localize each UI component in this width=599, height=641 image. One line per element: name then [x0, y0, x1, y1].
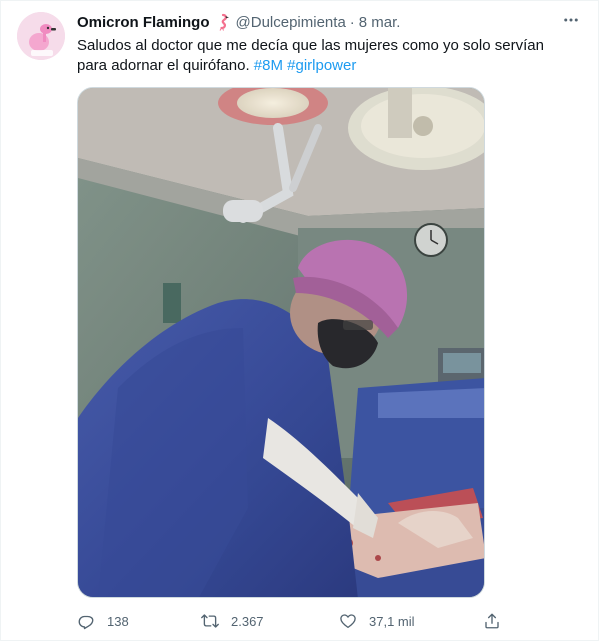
- hashtag-link[interactable]: #girlpower: [287, 57, 356, 74]
- retweet-count: 2.367: [231, 613, 264, 629]
- tweet-header: Omicron Flamingo @Dulcepimienta · 8 mar.: [77, 12, 582, 32]
- tweet-photo[interactable]: [77, 87, 485, 598]
- reply-count: 138: [107, 613, 129, 629]
- retweet-button[interactable]: 2.367: [197, 608, 264, 634]
- separator-dot: ·: [349, 13, 355, 31]
- tweet-card[interactable]: Omicron Flamingo @Dulcepimienta · 8 mar.: [0, 0, 599, 641]
- more-horizontal-icon: [562, 11, 580, 34]
- more-options-button[interactable]: [558, 9, 584, 35]
- share-icon: [479, 608, 505, 634]
- reply-icon: [73, 608, 99, 634]
- like-button[interactable]: 37,1 mil: [335, 608, 415, 634]
- heart-icon: [335, 608, 361, 634]
- tweet-text: Saludos al doctor que me decía que las m…: [77, 36, 577, 76]
- user-handle[interactable]: @Dulcepimienta: [236, 14, 346, 31]
- hashtag-link[interactable]: #8M: [254, 57, 283, 74]
- avatar[interactable]: [17, 12, 65, 60]
- timestamp[interactable]: 8 mar.: [359, 14, 401, 31]
- retweet-icon: [197, 608, 223, 634]
- flamingo-emoji-icon: [214, 13, 232, 31]
- share-button[interactable]: [479, 608, 505, 634]
- display-name[interactable]: Omicron Flamingo: [77, 14, 210, 31]
- tweet-body: Omicron Flamingo @Dulcepimienta · 8 mar.: [77, 12, 582, 76]
- like-count: 37,1 mil: [369, 613, 415, 629]
- tweet-actions: 138 2.367 37,1 mil: [73, 608, 513, 634]
- reply-button[interactable]: 138: [73, 608, 129, 634]
